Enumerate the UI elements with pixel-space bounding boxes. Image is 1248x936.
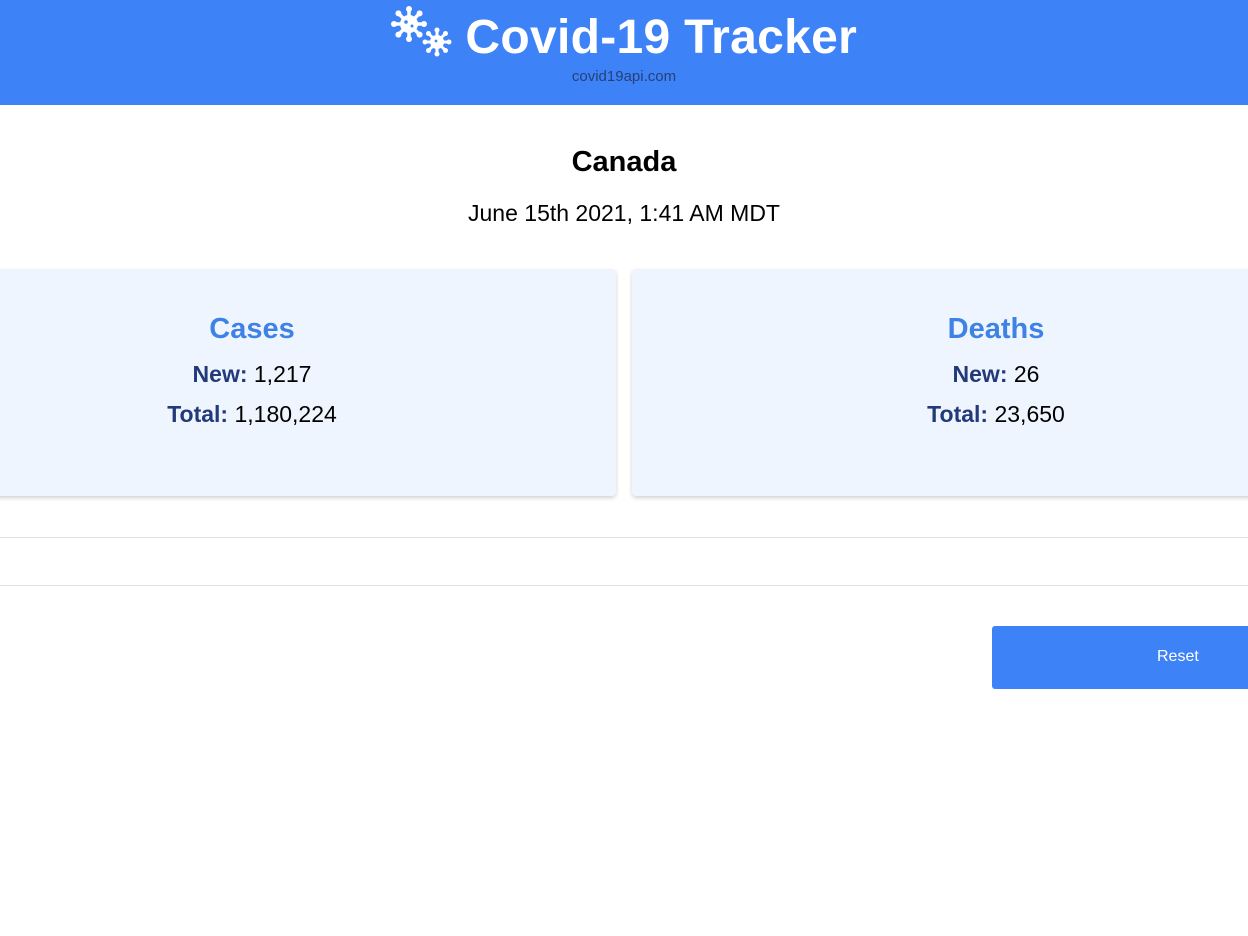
app-header: Covid-19 Tracker covid19api.com	[0, 0, 1248, 105]
last-updated-timestamp: June 15th 2021, 1:41 AM MDT	[468, 200, 780, 226]
cases-total-value: 1,180,224	[234, 401, 337, 427]
data-source-link[interactable]: covid19api.com	[0, 68, 1248, 85]
cases-new-value: 1,217	[253, 361, 312, 387]
deaths-card-title: Deaths	[947, 313, 1045, 345]
deaths-total-label: Total:	[927, 401, 989, 427]
virus-icon	[390, 5, 452, 56]
cases-new-stat: New: 1,217	[0, 359, 516, 389]
cases-card-title: Cases	[209, 313, 295, 345]
cases-new-label: New:	[192, 361, 248, 387]
cases-total-stat: Total: 1,180,224	[0, 399, 516, 429]
brand: Covid-19 Tracker	[0, 5, 1248, 65]
cases-card: Cases New: 1,217 Total: 1,180,224	[0, 269, 616, 496]
deaths-new-value: 26	[1013, 361, 1040, 387]
app-title: Covid-19 Tracker	[465, 11, 858, 64]
deaths-new-label: New:	[952, 361, 1008, 387]
deaths-new-stat: New: 26	[632, 359, 1248, 389]
reset-button-label: Reset	[1157, 648, 1199, 665]
divider	[0, 537, 1248, 538]
reset-button[interactable]: Reset	[992, 626, 1248, 689]
deaths-card: Deaths New: 26 Total: 23,650	[632, 269, 1248, 496]
deaths-total-stat: Total: 23,650	[632, 399, 1248, 429]
cases-total-label: Total:	[167, 401, 229, 427]
divider	[0, 585, 1248, 586]
deaths-total-value: 23,650	[994, 401, 1065, 427]
country-name: Canada	[571, 146, 677, 178]
